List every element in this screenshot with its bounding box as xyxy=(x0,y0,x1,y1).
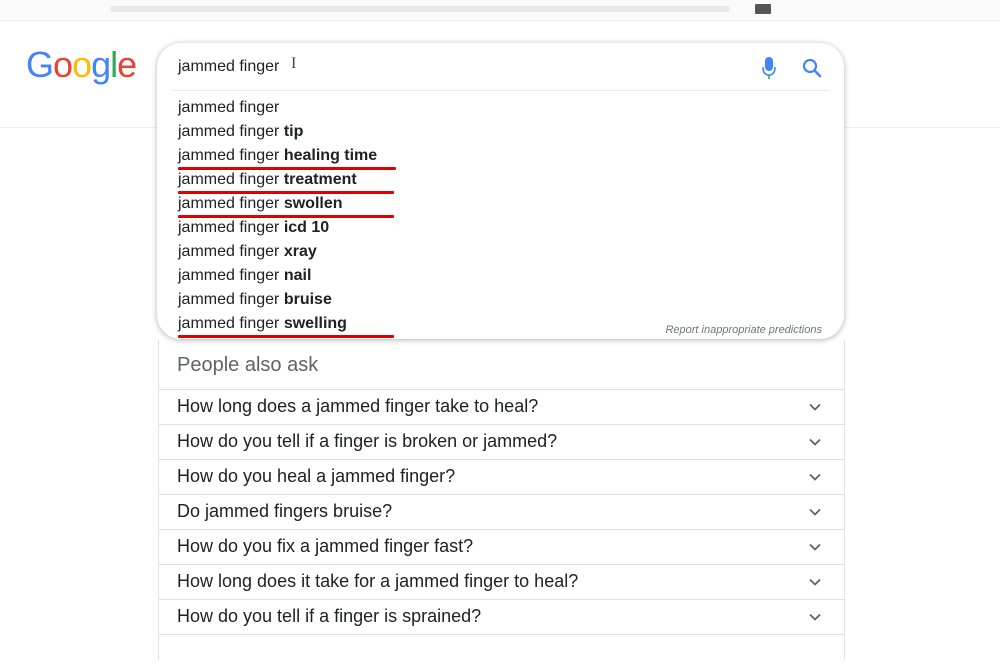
chevron-down-icon[interactable] xyxy=(808,610,822,624)
suggestion-base: jammed finger xyxy=(178,195,284,212)
logo-letter: o xyxy=(53,44,73,85)
google-logo[interactable]: Google xyxy=(26,44,137,86)
suggestion-bold: icd 10 xyxy=(283,219,330,236)
suggestion-bold: healing time xyxy=(283,147,378,164)
report-predictions-link[interactable]: Report inappropriate predictions xyxy=(665,324,822,336)
suggestion-list: jammed finger jammed finger tip jammed f… xyxy=(178,96,818,338)
suggestion-bold: tip xyxy=(283,123,304,140)
chevron-down-icon[interactable] xyxy=(808,400,822,414)
logo-letter: G xyxy=(26,44,54,85)
chevron-down-icon[interactable] xyxy=(808,470,822,484)
suggestion-item[interactable]: jammed finger xray xyxy=(178,240,818,264)
question-row[interactable]: How long does a jammed finger take to he… xyxy=(159,389,844,424)
suggestion-item[interactable]: jammed finger nail xyxy=(178,264,818,288)
people-also-ask-title: People also ask xyxy=(177,354,319,376)
question-text: How long does a jammed finger take to he… xyxy=(177,396,539,416)
toolbar-icon[interactable] xyxy=(755,4,771,14)
people-also-ask-panel: People also ask How long does a jammed f… xyxy=(158,340,845,660)
suggestion-item[interactable]: jammed finger xyxy=(178,96,818,120)
suggestion-item[interactable]: jammed finger bruise xyxy=(178,288,818,312)
question-list: How long does a jammed finger take to he… xyxy=(159,389,844,669)
question-text: How do you heal a jammed finger? xyxy=(177,466,456,486)
mic-icon[interactable] xyxy=(761,55,777,81)
suggestion-base: jammed finger xyxy=(178,219,284,236)
question-row[interactable]: Do jammed fingers bruise? xyxy=(159,494,844,529)
question-text: How do you tell if a finger is sprained? xyxy=(177,606,482,626)
suggestion-base: jammed finger xyxy=(178,267,284,284)
suggestion-base: jammed finger xyxy=(178,291,284,308)
chevron-down-icon[interactable] xyxy=(808,435,822,449)
suggestion-base: jammed finger xyxy=(178,123,284,140)
red-underline xyxy=(178,335,394,338)
suggestion-base: jammed finger xyxy=(178,243,284,260)
question-row-partial[interactable] xyxy=(159,634,844,669)
logo-letter: e xyxy=(117,44,137,85)
question-row[interactable]: How long does it take for a jammed finge… xyxy=(159,564,844,599)
suggestion-base: jammed finger xyxy=(178,171,284,188)
chevron-down-icon[interactable] xyxy=(808,505,822,519)
question-row[interactable]: How do you tell if a finger is sprained? xyxy=(159,599,844,634)
suggestion-bold: swelling xyxy=(283,315,347,332)
text-cursor-icon: I xyxy=(291,55,297,72)
suggestion-bold: bruise xyxy=(283,291,332,308)
suggestion-base: jammed finger xyxy=(178,147,284,164)
suggestion-bold: swollen xyxy=(283,195,343,212)
question-row[interactable]: How do you fix a jammed finger fast? xyxy=(159,529,844,564)
question-row[interactable]: How do you tell if a finger is broken or… xyxy=(159,424,844,459)
suggestion-item[interactable]: jammed finger icd 10 xyxy=(178,216,818,240)
suggestion-item[interactable]: jammed finger tip xyxy=(178,120,818,144)
suggestion-bold: treatment xyxy=(283,171,357,188)
search-divider xyxy=(172,90,829,91)
question-text: How do you fix a jammed finger fast? xyxy=(177,536,474,556)
suggestion-item[interactable]: jammed finger treatment xyxy=(178,168,818,194)
search-input[interactable]: jammed finger xyxy=(178,58,279,76)
question-row[interactable]: How do you heal a jammed finger? xyxy=(159,459,844,494)
question-text: How do you tell if a finger is broken or… xyxy=(177,431,558,451)
logo-letter: l xyxy=(110,44,118,85)
logo-letter: g xyxy=(91,44,111,85)
logo-letter: o xyxy=(72,44,92,85)
suggestion-base: jammed finger xyxy=(178,315,284,332)
suggestion-item[interactable]: jammed finger healing time xyxy=(178,144,818,170)
top-scrollbar[interactable] xyxy=(110,6,730,12)
suggestion-bold: nail xyxy=(283,267,312,284)
suggestion-bold: xray xyxy=(283,243,317,260)
question-text: How long does it take for a jammed finge… xyxy=(177,571,579,591)
search-icon[interactable] xyxy=(801,57,823,79)
chevron-down-icon[interactable] xyxy=(808,540,822,554)
browser-top-strip xyxy=(0,0,1000,21)
chevron-down-icon[interactable] xyxy=(808,575,822,589)
suggestion-base: jammed finger xyxy=(178,99,280,116)
question-text: Do jammed fingers bruise? xyxy=(177,501,393,521)
search-box: jammed finger I jammed finger jammed fin… xyxy=(157,43,844,339)
suggestion-item[interactable]: jammed finger swollen xyxy=(178,192,818,218)
